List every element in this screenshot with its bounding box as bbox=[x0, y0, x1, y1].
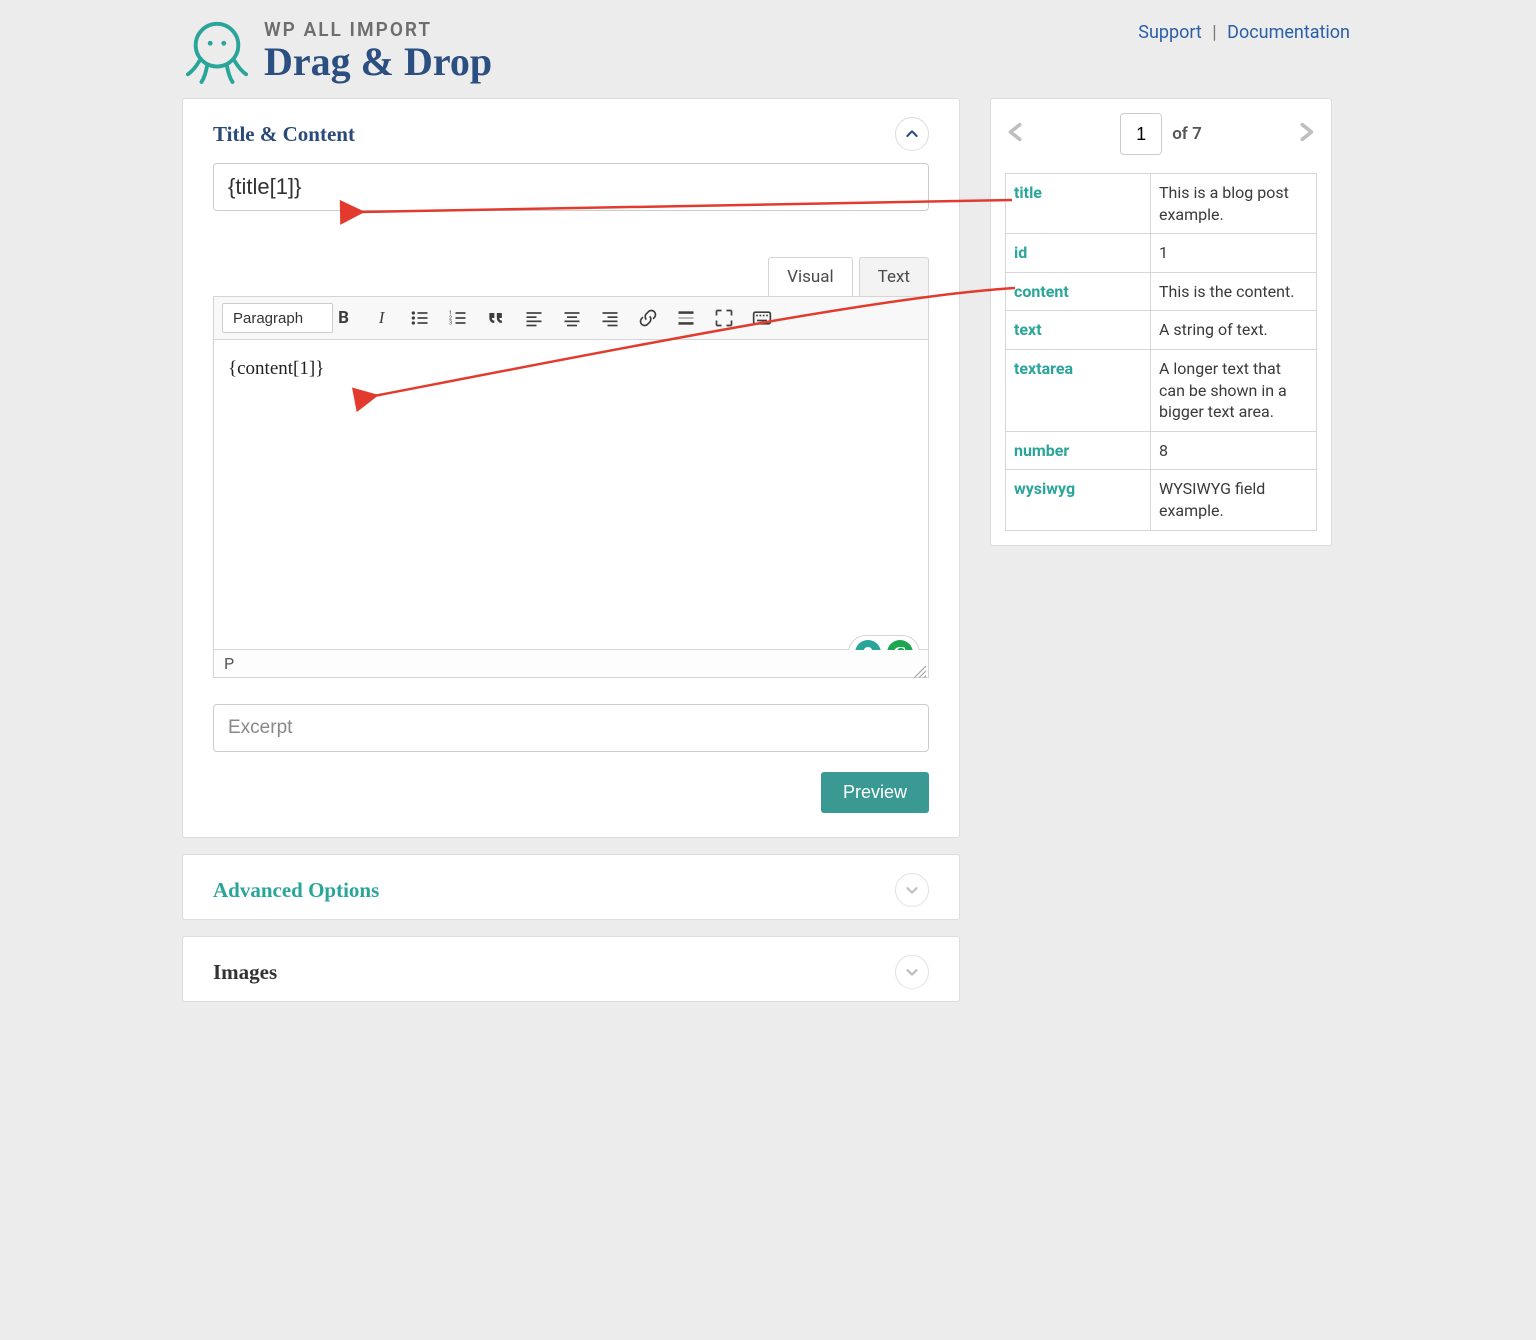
resize-handle-icon[interactable] bbox=[914, 663, 926, 675]
keyboard-icon bbox=[752, 308, 772, 328]
editor-status-bar: P bbox=[213, 650, 929, 678]
excerpt-input[interactable] bbox=[213, 704, 929, 752]
collapse-advanced-button[interactable] bbox=[895, 873, 929, 907]
record-key[interactable]: title bbox=[1006, 174, 1151, 234]
sidebar-panel: of 7 titleThis is a blog post example.id… bbox=[990, 98, 1332, 546]
svg-text:3: 3 bbox=[448, 321, 451, 327]
collapse-images-button[interactable] bbox=[895, 955, 929, 989]
insert-more-button[interactable] bbox=[672, 304, 700, 332]
topbar: WP ALL IMPORT Drag & Drop Support | Docu… bbox=[182, 12, 1354, 98]
align-center-icon bbox=[562, 308, 582, 328]
collapse-title-content-button[interactable] bbox=[895, 117, 929, 151]
tab-text[interactable]: Text bbox=[859, 257, 929, 296]
bold-button[interactable]: B bbox=[330, 304, 358, 332]
record-key[interactable]: wysiwyg bbox=[1006, 470, 1151, 530]
toolbar-toggle-button[interactable] bbox=[748, 304, 776, 332]
brand-eyebrow: WP ALL IMPORT bbox=[264, 18, 492, 41]
record-key[interactable]: id bbox=[1006, 234, 1151, 273]
panel-advanced-heading: Advanced Options bbox=[213, 878, 379, 903]
record-value: This is the content. bbox=[1151, 272, 1317, 311]
app-logo-icon bbox=[186, 20, 248, 88]
editor-content-area[interactable]: {content[1]} G bbox=[213, 340, 929, 650]
record-table: titleThis is a blog post example.id1cont… bbox=[1005, 173, 1317, 531]
table-row[interactable]: id1 bbox=[1006, 234, 1317, 273]
top-links: Support | Documentation bbox=[1138, 16, 1350, 43]
fullscreen-button[interactable] bbox=[710, 304, 738, 332]
fullscreen-icon bbox=[714, 308, 734, 328]
format-select[interactable]: Paragraph bbox=[222, 303, 333, 333]
table-row[interactable]: contentThis is the content. bbox=[1006, 272, 1317, 311]
preview-button[interactable]: Preview bbox=[821, 772, 929, 813]
record-key[interactable]: textarea bbox=[1006, 349, 1151, 431]
page-number-input[interactable] bbox=[1120, 113, 1162, 155]
panel-title-content: Title & Content Visual Text bbox=[182, 98, 960, 838]
pager-prev-button[interactable] bbox=[1005, 118, 1027, 150]
align-right-icon bbox=[600, 308, 620, 328]
read-more-icon bbox=[676, 308, 696, 328]
brand: WP ALL IMPORT Drag & Drop bbox=[186, 16, 492, 88]
chevron-up-icon bbox=[904, 126, 920, 142]
editor-toolbar: Paragraph ▾ B I 123 bbox=[213, 296, 929, 340]
record-value: 1 bbox=[1151, 234, 1317, 273]
record-value: 8 bbox=[1151, 431, 1317, 470]
editor-content-text: {content[1]} bbox=[228, 358, 324, 379]
numbered-list-button[interactable]: 123 bbox=[444, 304, 472, 332]
editor-status-path: P bbox=[224, 654, 234, 673]
record-value: A string of text. bbox=[1151, 311, 1317, 350]
table-row[interactable]: number8 bbox=[1006, 431, 1317, 470]
panel-images: Images bbox=[182, 936, 960, 1002]
bulleted-list-button[interactable] bbox=[406, 304, 434, 332]
support-link[interactable]: Support bbox=[1138, 22, 1202, 43]
record-value: A longer text that can be shown in a big… bbox=[1151, 349, 1317, 431]
chevron-down-icon bbox=[904, 882, 920, 898]
align-center-button[interactable] bbox=[558, 304, 586, 332]
link-button[interactable] bbox=[634, 304, 662, 332]
record-key[interactable]: text bbox=[1006, 311, 1151, 350]
tab-visual[interactable]: Visual bbox=[768, 257, 852, 296]
italic-button[interactable]: I bbox=[368, 304, 396, 332]
title-input[interactable] bbox=[213, 163, 929, 211]
blockquote-button[interactable] bbox=[482, 304, 510, 332]
record-value: This is a blog post example. bbox=[1151, 174, 1317, 234]
quote-icon bbox=[486, 308, 506, 328]
numbered-list-icon: 123 bbox=[448, 308, 468, 328]
link-icon bbox=[638, 308, 658, 328]
record-value: WYSIWYG field example. bbox=[1151, 470, 1317, 530]
bulleted-list-icon bbox=[410, 308, 430, 328]
align-right-button[interactable] bbox=[596, 304, 624, 332]
panel-advanced-options: Advanced Options bbox=[182, 854, 960, 920]
table-row[interactable]: textareaA longer text that can be shown … bbox=[1006, 349, 1317, 431]
table-row[interactable]: textA string of text. bbox=[1006, 311, 1317, 350]
panel-title-content-heading: Title & Content bbox=[213, 122, 355, 147]
chevron-right-icon bbox=[1295, 118, 1317, 146]
page-of-label: of 7 bbox=[1172, 124, 1202, 144]
record-key[interactable]: number bbox=[1006, 431, 1151, 470]
pager-next-button[interactable] bbox=[1295, 118, 1317, 150]
chevron-left-icon bbox=[1005, 118, 1027, 146]
documentation-link[interactable]: Documentation bbox=[1227, 22, 1350, 43]
table-row[interactable]: wysiwygWYSIWYG field example. bbox=[1006, 470, 1317, 530]
panel-images-heading: Images bbox=[213, 960, 277, 985]
chevron-down-icon bbox=[904, 964, 920, 980]
page-title: Drag & Drop bbox=[264, 41, 492, 83]
record-key[interactable]: content bbox=[1006, 272, 1151, 311]
content-editor: Visual Text Paragraph ▾ B I bbox=[213, 257, 929, 678]
align-left-button[interactable] bbox=[520, 304, 548, 332]
align-left-icon bbox=[524, 308, 544, 328]
table-row[interactable]: titleThis is a blog post example. bbox=[1006, 174, 1317, 234]
